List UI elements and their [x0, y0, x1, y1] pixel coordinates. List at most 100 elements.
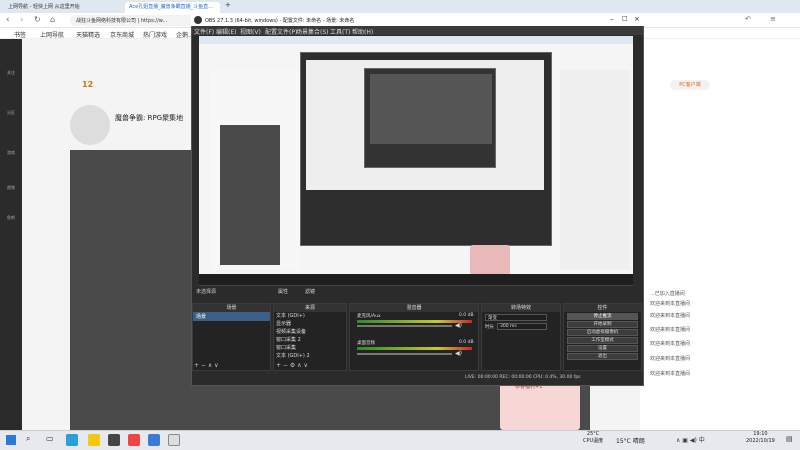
close-icon[interactable]: ×: [634, 15, 640, 23]
undo-icon[interactable]: ↶: [745, 15, 751, 23]
menu-view[interactable]: 视图(V): [240, 27, 261, 36]
obs-logo-icon: [194, 16, 202, 24]
preview-capture-player: [220, 125, 280, 265]
clock-time: 19:10: [753, 431, 768, 437]
cpu-temp-value: 25°C: [586, 431, 600, 437]
mixer-volume-slider[interactable]: [357, 353, 452, 355]
settings-button[interactable]: 设置: [567, 345, 638, 352]
duration-input[interactable]: 300 ms: [497, 323, 547, 330]
mixer-track-label: 麦克风/Aux: [357, 314, 381, 319]
start-recording-button[interactable]: 开始录制: [567, 321, 638, 328]
tray-icons[interactable]: ∧ ▣ ◀) 中: [676, 435, 705, 444]
refresh-icon[interactable]: ↻: [34, 15, 41, 24]
source-row[interactable]: 窗口采集 2: [274, 336, 346, 344]
maximize-icon[interactable]: □: [622, 15, 628, 22]
obs-taskbar-icon[interactable]: [168, 434, 180, 446]
pc-client-button[interactable]: PC客户端: [670, 80, 710, 90]
rail-game[interactable]: 游戏: [2, 150, 20, 172]
browser-taskbar-icon[interactable]: [66, 434, 78, 446]
chat-line: ...已加入直播间: [650, 291, 685, 297]
notification-icon[interactable]: ▤: [786, 435, 793, 443]
preview-capture-gift: [470, 245, 510, 275]
chat-line: 欢迎来到本直播间: [650, 356, 691, 362]
rail-category[interactable]: 分区: [2, 110, 20, 132]
controls-panel: 控件 停止推流 开始录制 启动虚拟摄像机 工作室模式 设置 退出: [563, 303, 642, 371]
streamer-title: 魔兽争霸: RPG聚集地: [115, 114, 184, 122]
bookmark-item[interactable]: 上网导航: [40, 30, 64, 39]
preview-capture-tabs: [199, 36, 633, 44]
chat-line: 欢迎来到本直播间: [650, 341, 691, 347]
mixer-track-db: 0.0 dB: [459, 313, 474, 318]
menu-file[interactable]: 文件(F): [194, 27, 214, 36]
rail-follow[interactable]: 关注: [2, 70, 20, 92]
preview-capture-right: [560, 70, 630, 270]
mixer-volume-slider[interactable]: [357, 325, 452, 327]
minimize-icon[interactable]: –: [610, 15, 614, 23]
bookmark-item[interactable]: 书签: [14, 30, 26, 39]
edge-taskbar-icon[interactable]: [148, 434, 160, 446]
obs-statusbar: LIVE: 00:00:00 REC: 00:00:00 CPU: 0.4%, …: [192, 372, 643, 385]
back-icon[interactable]: ‹: [6, 15, 10, 25]
source-row[interactable]: 显示器: [274, 320, 346, 328]
controls-header: 控件: [564, 304, 641, 312]
tab-navigation[interactable]: 上网导航 - 轻快上网 从这里开始: [4, 2, 124, 13]
start-icon[interactable]: [6, 435, 16, 445]
menu-icon[interactable]: ≡: [770, 15, 776, 23]
search-icon[interactable]: ⌕: [26, 434, 30, 444]
chat-line: 欢迎来到本直播间: [650, 371, 691, 377]
bookmark-item[interactable]: 热门游戏: [143, 30, 167, 39]
forward-icon[interactable]: ›: [20, 15, 24, 25]
streamer-avatar: [70, 105, 110, 145]
source-row[interactable]: 文本 (GDI+) 2: [274, 352, 346, 360]
transitions-header: 转场特效: [482, 304, 560, 312]
source-row[interactable]: 视频采集设备: [274, 328, 346, 336]
filters-button[interactable]: 滤镜: [305, 288, 315, 295]
clock[interactable]: 19:10 2022/10/19: [746, 431, 775, 445]
new-tab-button[interactable]: +: [221, 0, 231, 11]
mixer-track-db: 0.0 dB: [459, 340, 474, 345]
menu-profile[interactable]: 配置文件(P): [265, 27, 297, 36]
speaker-icon[interactable]: ◀): [455, 350, 462, 357]
bookmark-item[interactable]: 京东商城: [110, 30, 134, 39]
menu-scene-collection[interactable]: 场景集合(S): [296, 27, 329, 36]
tab-douyu[interactable]: Ace孔姐直播_魔兽争霸直播_斗鱼直...: [125, 2, 220, 13]
bookmark-item[interactable]: 天猫精选: [76, 30, 100, 39]
speaker-icon[interactable]: ◀): [455, 322, 462, 329]
scene-item[interactable]: 场景: [193, 312, 270, 321]
weather-widget[interactable]: 15°C 晴朗: [616, 436, 645, 445]
scenes-panel: 场景 场景: [192, 303, 271, 371]
home-icon[interactable]: ⌂: [50, 15, 55, 24]
menu-help[interactable]: 帮助(H): [352, 27, 373, 36]
exit-button[interactable]: 退出: [567, 353, 638, 360]
obs-title: OBS 27.1.3 (64-bit, windows) - 配置文件: 未命名…: [191, 14, 644, 26]
props-button[interactable]: 属性: [278, 288, 288, 295]
obs-source-status: 未选择源: [192, 286, 643, 297]
sources-panel: 来源 文本 (GDI+) 显示器 视频采集设备 窗口采集 2 窗口采集 文本 (…: [273, 303, 347, 371]
cpu-temp: 25°C CPU温度: [583, 431, 603, 445]
chat-line: 欢迎来到本直播间: [650, 301, 691, 307]
menu-edit[interactable]: 编辑(E): [216, 27, 236, 36]
preview-taskbar: [199, 274, 633, 285]
clock-date: 2022/10/19: [746, 438, 775, 444]
virtual-camera-button[interactable]: 启动虚拟摄像机: [567, 329, 638, 336]
source-row[interactable]: 文本 (GDI+): [274, 312, 346, 320]
mixer-track-label: 桌面音频: [357, 341, 375, 346]
cpu-temp-label: CPU温度: [583, 438, 604, 444]
studio-mode-button[interactable]: 工作室模式: [567, 337, 638, 344]
folder-taskbar-icon[interactable]: [88, 434, 100, 446]
chat-line: 欢迎来到本直播间: [650, 313, 691, 319]
rail-fishbar[interactable]: 鱼吧: [2, 215, 20, 237]
rail-video[interactable]: 视频: [2, 185, 20, 207]
scene-controls[interactable]: + − ∧ ∨: [194, 362, 219, 369]
level-badge: 12: [82, 80, 94, 89]
source-row[interactable]: 窗口采集: [274, 344, 346, 352]
douyu-taskbar-icon[interactable]: [128, 434, 140, 446]
sources-header: 来源: [274, 304, 346, 312]
task-view-icon[interactable]: ▭: [46, 434, 54, 443]
menu-tools[interactable]: 工具(T): [330, 27, 350, 36]
transition-select[interactable]: 渐变: [485, 314, 547, 321]
obs-stats-text: LIVE: 00:00:00 REC: 00:00:00 CPU: 0.4%, …: [465, 375, 581, 380]
app-taskbar-icon[interactable]: [108, 434, 120, 446]
source-controls[interactable]: + − ⚙ ∧ ∨: [276, 362, 308, 369]
stop-streaming-button[interactable]: 停止推流: [567, 313, 638, 320]
